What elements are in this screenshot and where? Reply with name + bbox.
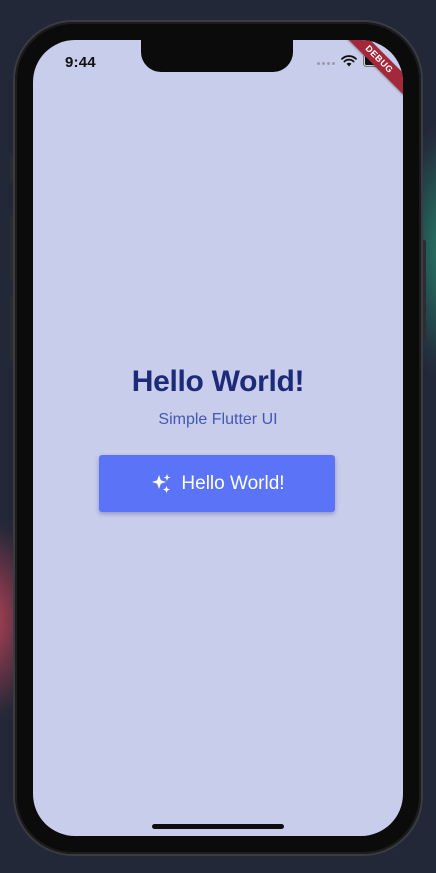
phone-screen: Hello World! Simple Flutter UI Hello Wor… — [33, 40, 403, 836]
hello-world-button[interactable]: Hello World! — [99, 455, 335, 512]
power-button — [421, 240, 426, 340]
home-indicator[interactable] — [152, 824, 284, 829]
app-body: Hello World! Simple Flutter UI Hello Wor… — [33, 40, 403, 836]
hello-world-button-label: Hello World! — [181, 472, 285, 494]
page-subtitle: Simple Flutter UI — [158, 411, 278, 428]
sparkles-icon — [149, 472, 173, 496]
desktop-backdrop: Hello World! Simple Flutter UI Hello Wor… — [0, 0, 436, 873]
signal-dots-icon — [317, 61, 335, 65]
camera-notch — [141, 40, 293, 72]
page-title: Hello World! — [131, 365, 305, 398]
status-time: 9:44 — [65, 54, 96, 71]
wifi-icon — [341, 54, 357, 72]
